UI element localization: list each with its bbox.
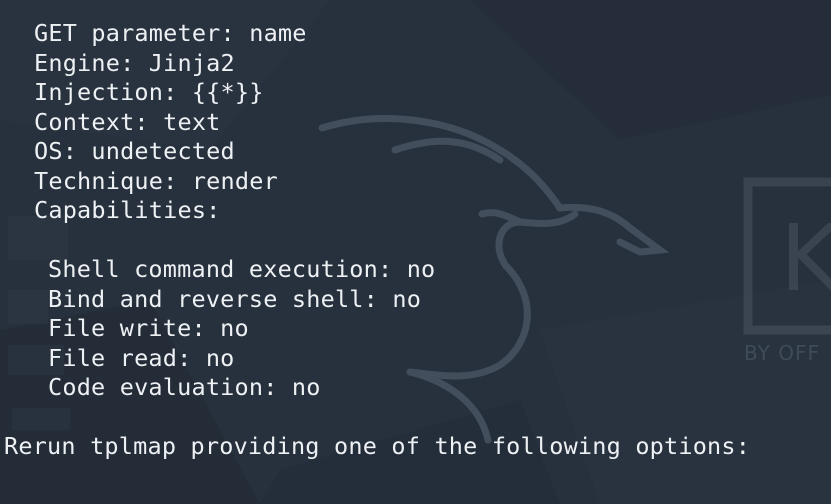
terminal-line-os: OS: undetected xyxy=(34,137,235,165)
capability-bind-reverse-shell: Bind and reverse shell: no xyxy=(48,284,422,313)
capability-code-evaluation: Code evaluation: no xyxy=(48,373,321,401)
capability-shell-exec: Shell command execution: no xyxy=(48,255,436,283)
terminal-line-injection: Injection: {{*}} xyxy=(34,78,264,106)
terminal-line-get-parameter: GET parameter: name xyxy=(34,19,307,47)
terminal-line-rerun-hint: Rerun tplmap providing one of the follow… xyxy=(4,432,751,460)
terminal-line-capabilities: Capabilities: xyxy=(34,196,221,224)
terminal-line-engine: Engine: Jinja2 xyxy=(34,48,235,77)
capability-file-write: File write: no xyxy=(48,314,249,342)
terminal-line-context: Context: text xyxy=(34,107,221,136)
capability-file-read: File read: no xyxy=(48,343,235,372)
terminal-line-technique: Technique: render xyxy=(34,166,278,195)
terminal-output: GET parameter: name Engine: Jinja2 Injec… xyxy=(0,0,831,504)
